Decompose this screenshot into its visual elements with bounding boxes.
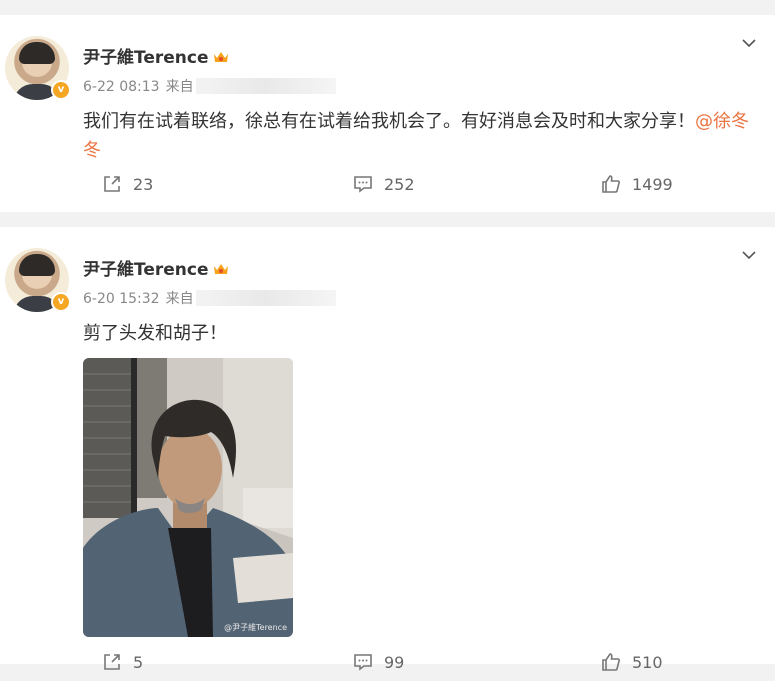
repost-count: 23	[133, 174, 154, 194]
avatar[interactable]: v	[5, 248, 71, 312]
post-image[interactable]: @尹子維Terence	[83, 358, 293, 637]
comment-button[interactable]: 252	[352, 173, 415, 195]
repost-icon	[104, 176, 120, 192]
post-card: v 尹子維Terence 6-20 15:32 来自 剪了头发和胡子！ @尹子維…	[0, 227, 775, 672]
source-label: 来自	[165, 79, 194, 95]
verified-badge-icon: v	[51, 80, 71, 100]
chevron-down-icon[interactable]	[741, 35, 757, 51]
repost-button[interactable]: 5	[101, 651, 143, 673]
author-header: 尹子維Terence	[83, 255, 229, 280]
avatar[interactable]: v	[5, 36, 71, 100]
like-count: 510	[632, 652, 663, 672]
like-button[interactable]: 1499	[600, 173, 673, 195]
chevron-down-icon[interactable]	[741, 247, 757, 263]
like-icon	[602, 175, 620, 193]
post-text: 剪了头发和胡子！	[83, 319, 763, 348]
comment-icon	[354, 654, 372, 671]
post-actions: 5 99 510	[0, 651, 775, 681]
repost-icon	[104, 654, 120, 670]
image-watermark: @尹子維Terence	[224, 623, 287, 632]
comment-count: 99	[384, 652, 405, 672]
like-button[interactable]: 510	[600, 651, 663, 673]
blurred-source	[195, 290, 336, 306]
post-meta: 6-22 08:13 来自	[83, 76, 336, 96]
post-meta: 6-20 15:32 来自	[83, 288, 336, 308]
post-body: 剪了头发和胡子！	[83, 323, 227, 344]
post-card: v 尹子維Terence 6-22 08:13 来自 我们有在试着联络，徐总有在试…	[0, 15, 775, 212]
repost-button[interactable]: 23	[101, 173, 153, 195]
repost-count: 5	[133, 652, 144, 672]
author-name[interactable]: 尹子維Terence	[83, 260, 209, 280]
selfie-photo	[83, 358, 293, 637]
like-icon	[602, 653, 620, 671]
comment-count: 252	[384, 174, 415, 194]
crown-badge-icon	[213, 52, 228, 62]
post-body: 我们有在试着联络，徐总有在试着给我机会了。有好消息会及时和大家分享！	[83, 111, 695, 132]
post-text: 我们有在试着联络，徐总有在试着给我机会了。有好消息会及时和大家分享！@徐冬冬	[83, 107, 763, 165]
post-actions: 23 252 1499	[0, 173, 775, 203]
comment-button[interactable]: 99	[352, 651, 404, 673]
post-time[interactable]: 6-22 08:13	[83, 79, 160, 95]
verified-badge-icon: v	[51, 292, 71, 312]
crown-badge-icon	[213, 264, 228, 274]
post-time[interactable]: 6-20 15:32	[83, 291, 160, 307]
source-label: 来自	[165, 291, 194, 307]
author-header: 尹子維Terence	[83, 43, 229, 68]
like-count: 1499	[632, 174, 673, 194]
blurred-source	[195, 78, 336, 94]
author-name[interactable]: 尹子維Terence	[83, 48, 209, 68]
comment-icon	[354, 176, 372, 193]
